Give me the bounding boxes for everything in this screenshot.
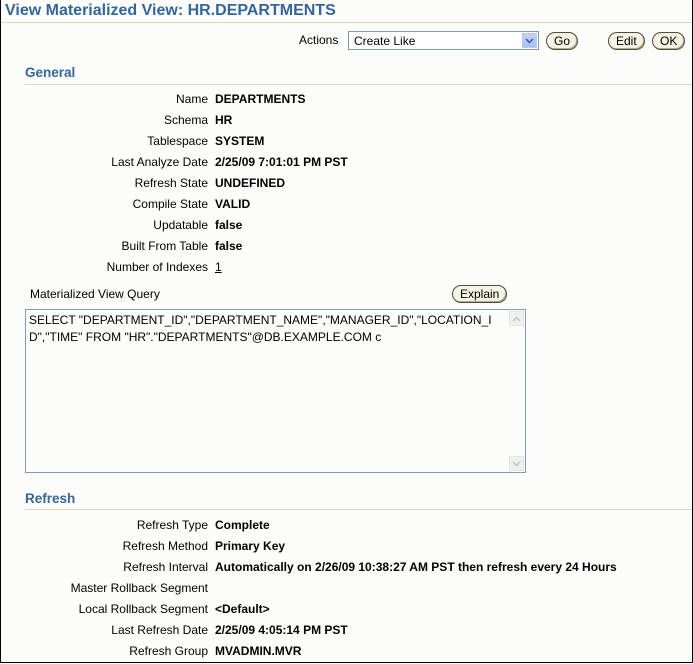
field-value: 2/25/09 7:01:01 PM PST [215, 155, 348, 169]
query-text: SELECT "DEPARTMENT_ID","DEPARTMENT_NAME"… [29, 313, 492, 344]
field-label: Refresh Group [129, 644, 208, 658]
go-button[interactable]: Go [546, 32, 579, 50]
field-built-from-table: Built From Table false [1, 239, 692, 259]
field-value: MVADMIN.MVR [215, 644, 302, 658]
page-title: View Materialized View: HR.DEPARTMENTS [5, 2, 336, 19]
scroll-down-icon[interactable] [509, 456, 524, 471]
field-name: Name DEPARTMENTS [1, 92, 692, 112]
field-value: DEPARTMENTS [215, 92, 306, 106]
field-label: Refresh Method [122, 539, 208, 553]
refresh-divider [25, 509, 692, 510]
field-updatable: Updatable false [1, 218, 692, 238]
field-master-rollback-segment: Master Rollback Segment [1, 581, 692, 601]
section-header-general: General [25, 65, 76, 80]
field-label: Refresh State [134, 176, 208, 190]
field-label: Name [175, 92, 208, 106]
field-refresh-state: Refresh State UNDEFINED [1, 176, 692, 196]
field-value: VALID [215, 197, 251, 211]
field-value: false [215, 218, 243, 232]
field-last-refresh-date: Last Refresh Date 2/25/09 4:05:14 PM PST [1, 623, 692, 643]
field-value: HR [215, 113, 233, 127]
field-value: <Default> [215, 602, 270, 616]
field-label: Refresh Type [136, 518, 208, 532]
indexes-count-link[interactable]: 1 [215, 260, 222, 274]
edit-button[interactable]: Edit [608, 32, 645, 50]
field-value: Complete [215, 518, 270, 532]
field-last-analyze-date: Last Analyze Date 2/25/09 7:01:01 PM PST [1, 155, 692, 175]
field-local-rollback-segment: Local Rollback Segment <Default> [1, 602, 692, 622]
field-value: SYSTEM [215, 134, 265, 148]
actions-label: Actions [299, 33, 339, 47]
field-label: Tablespace [147, 134, 208, 148]
chevron-down-icon[interactable] [522, 33, 537, 48]
field-label: Last Analyze Date [111, 155, 208, 169]
field-label: Number of Indexes [106, 260, 208, 274]
query-label: Materialized View Query [30, 287, 160, 301]
field-value: Primary Key [215, 539, 286, 553]
field-value: false [215, 239, 243, 253]
field-refresh-type: Refresh Type Complete [1, 518, 692, 538]
field-label: Refresh Interval [123, 560, 208, 574]
field-value: 2/25/09 4:05:14 PM PST [215, 623, 348, 637]
field-refresh-group: Refresh Group MVADMIN.MVR [1, 644, 692, 664]
ok-button[interactable]: OK [652, 32, 686, 50]
actions-toolbar: Actions Create Like Go Edit OK [1, 31, 692, 51]
section-header-refresh: Refresh [25, 491, 76, 506]
actions-select-value: Create Like [354, 34, 416, 48]
field-value: UNDEFINED [215, 176, 286, 190]
field-label: Compile State [132, 197, 208, 211]
field-refresh-method: Refresh Method Primary Key [1, 539, 692, 559]
query-textarea[interactable]: SELECT "DEPARTMENT_ID","DEPARTMENT_NAME"… [25, 309, 526, 473]
field-tablespace: Tablespace SYSTEM [1, 134, 692, 154]
scroll-up-icon[interactable] [509, 311, 524, 326]
field-label: Master Rollback Segment [70, 581, 208, 595]
page-frame: View Materialized View: HR.DEPARTMENTS A… [0, 0, 693, 663]
field-refresh-interval: Refresh Interval Automatically on 2/26/0… [1, 560, 692, 580]
field-compile-state: Compile State VALID [1, 197, 692, 217]
general-divider [25, 84, 692, 85]
field-label: Schema [163, 113, 208, 127]
field-label: Last Refresh Date [111, 623, 208, 637]
title-divider [1, 22, 692, 23]
field-label: Built From Table [121, 239, 208, 253]
field-value: Automatically on 2/26/09 10:38:27 AM PST… [215, 560, 617, 574]
field-label: Local Rollback Segment [78, 602, 208, 616]
field-schema: Schema HR [1, 113, 692, 133]
field-label: Updatable [153, 218, 208, 232]
explain-button[interactable]: Explain [452, 285, 508, 303]
field-number-of-indexes: Number of Indexes 1 [1, 260, 692, 280]
actions-select[interactable]: Create Like [348, 31, 539, 50]
